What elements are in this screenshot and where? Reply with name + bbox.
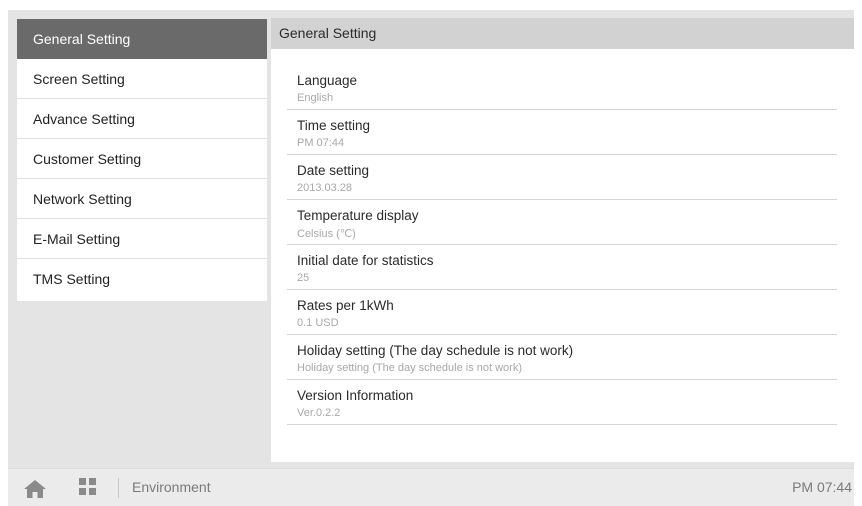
setting-title: Initial date for statistics <box>297 253 434 268</box>
setting-title: Rates per 1kWh <box>297 298 394 313</box>
panel-title: General Setting <box>271 18 854 49</box>
setting-value: Holiday setting (The day schedule is not… <box>297 362 522 374</box>
setting-row-temperature[interactable]: Temperature display Celsius (℃) <box>287 200 837 245</box>
setting-value: 25 <box>297 272 310 284</box>
sidebar-item-network-setting[interactable]: Network Setting <box>17 179 267 219</box>
setting-row-date[interactable]: Date setting 2013.03.28 <box>287 155 837 200</box>
sidebar-item-email-setting[interactable]: E-Mail Setting <box>17 219 267 259</box>
settings-screen: General Setting Screen Setting Advance S… <box>8 10 854 468</box>
setting-row-holiday[interactable]: Holiday setting (The day schedule is not… <box>287 335 837 380</box>
setting-row-version[interactable]: Version Information Ver.0.2.2 <box>287 380 837 425</box>
setting-value: PM 07:44 <box>297 137 345 149</box>
setting-value: 0.1 USD <box>297 317 339 329</box>
setting-title: Temperature display <box>297 208 419 223</box>
bottom-bar: Environment PM 07:44 <box>8 468 854 506</box>
setting-title: Date setting <box>297 163 370 178</box>
home-icon[interactable] <box>23 479 47 499</box>
setting-value: English <box>297 92 334 104</box>
settings-sidebar: General Setting Screen Setting Advance S… <box>17 19 267 301</box>
settings-panel: General Setting Language English Time se… <box>271 18 854 462</box>
setting-title: Holiday setting (The day schedule is not… <box>297 343 574 358</box>
apps-grid-icon[interactable] <box>79 478 97 496</box>
setting-title: Version Information <box>297 388 414 403</box>
sidebar-item-tms-setting[interactable]: TMS Setting <box>17 259 267 299</box>
sidebar-item-general-setting[interactable]: General Setting <box>17 19 267 59</box>
setting-row-time[interactable]: Time setting PM 07:44 <box>287 110 837 155</box>
setting-value: Celsius (℃) <box>297 228 356 240</box>
sidebar-item-customer-setting[interactable]: Customer Setting <box>17 139 267 179</box>
sidebar-item-screen-setting[interactable]: Screen Setting <box>17 59 267 99</box>
current-location-label: Environment <box>132 479 211 495</box>
setting-value: Ver.0.2.2 <box>297 407 341 419</box>
setting-title: Language <box>297 73 358 88</box>
setting-row-statistics-date[interactable]: Initial date for statistics 25 <box>287 245 837 290</box>
bottom-bar-divider <box>118 478 119 498</box>
setting-row-rates[interactable]: Rates per 1kWh 0.1 USD <box>287 290 837 335</box>
setting-row-language[interactable]: Language English <box>287 65 837 110</box>
sidebar-item-advance-setting[interactable]: Advance Setting <box>17 99 267 139</box>
setting-value: 2013.03.28 <box>297 182 353 194</box>
setting-title: Time setting <box>297 118 371 133</box>
clock: PM 07:44 <box>792 479 852 495</box>
